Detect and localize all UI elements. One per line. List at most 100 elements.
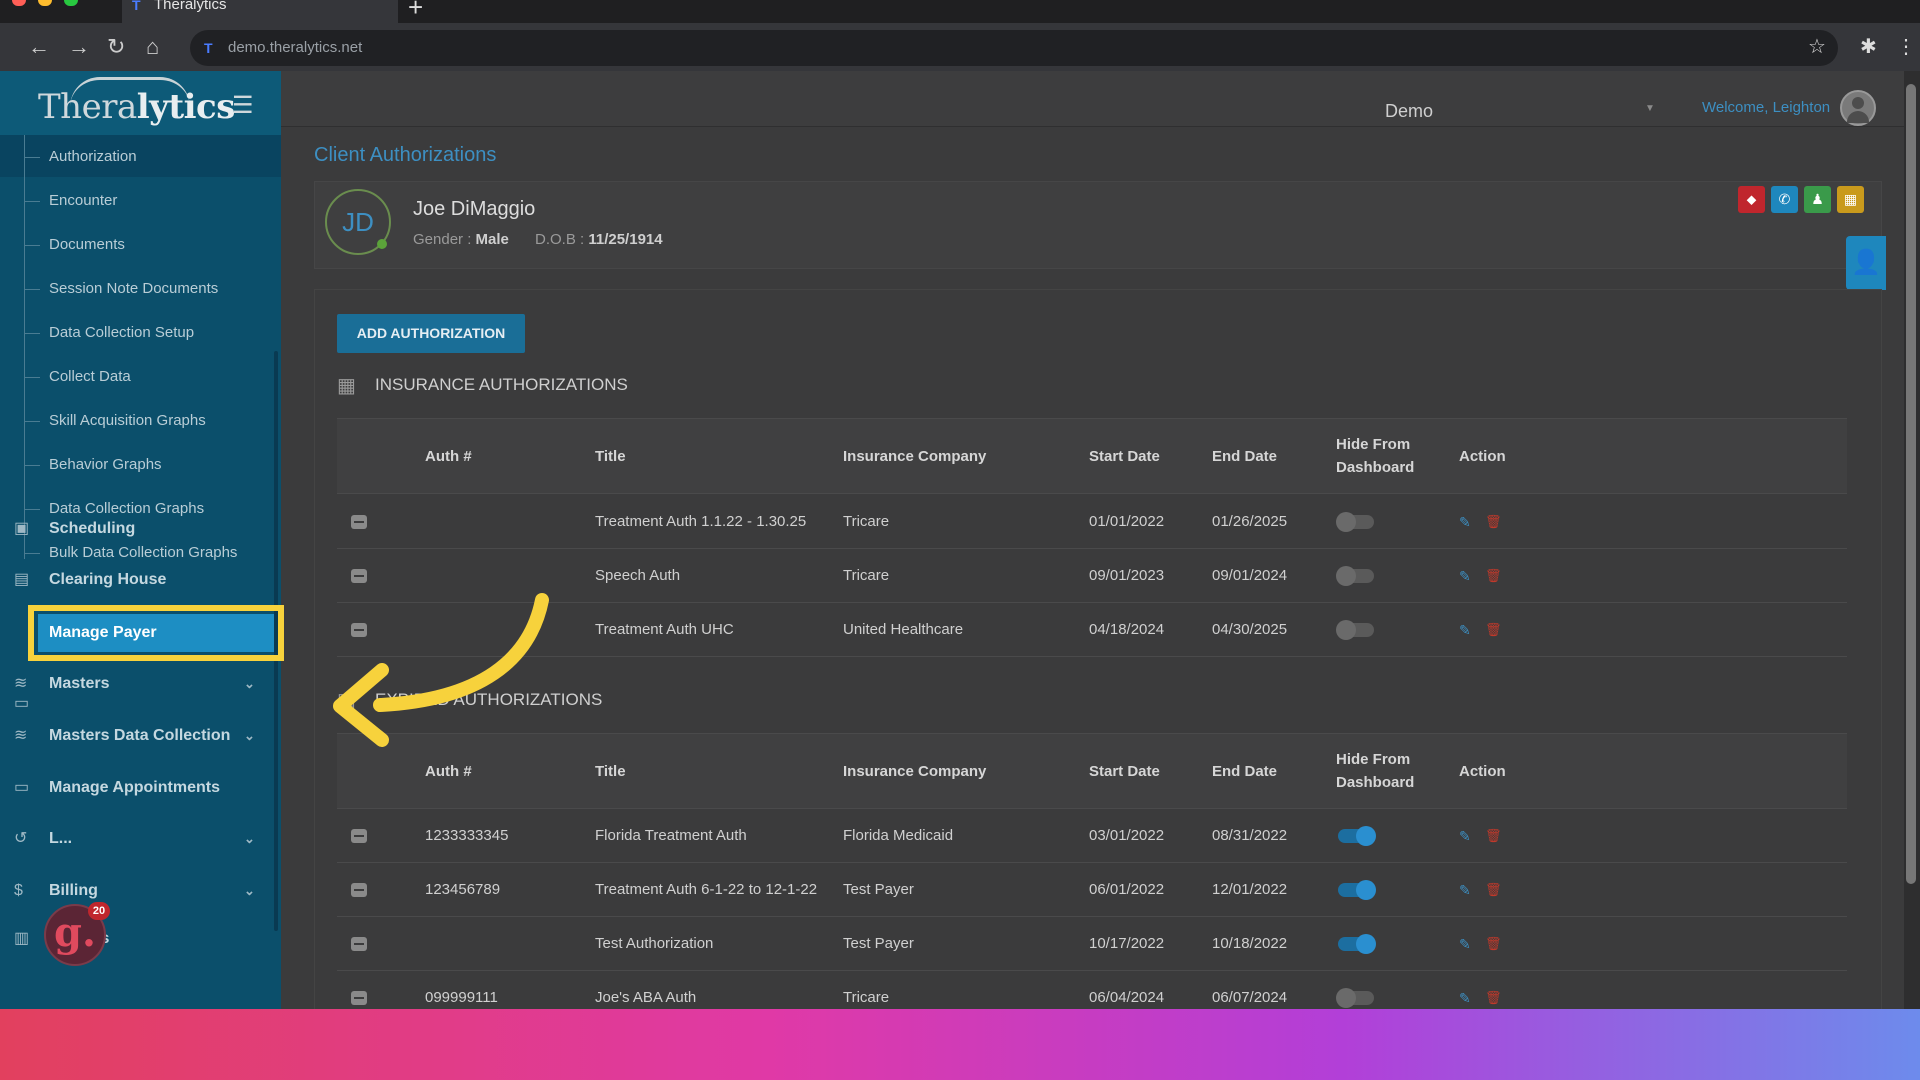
hide-from-dashboard-toggle[interactable] <box>1338 826 1376 846</box>
table-row: 1233333345 Florida Treatment Auth Florida … <box>337 809 1847 863</box>
sidebar-subitem[interactable]: Documents <box>24 223 281 267</box>
sidebar-item[interactable]: ▭ Manage Appointments <box>0 762 281 814</box>
notification-count: 20 <box>88 902 110 920</box>
insurance-company: United Healthcare <box>843 621 964 638</box>
address-bar[interactable]: T demo.theralytics.net <box>190 30 1838 66</box>
chevron-down-icon[interactable]: ⌄ <box>244 813 255 865</box>
edit-icon[interactable]: ✎ <box>1459 549 1471 603</box>
chevron-down-icon[interactable]: ⌄ <box>244 658 255 710</box>
action-column-header[interactable]: Action <box>1459 445 1506 468</box>
auth-title: Treatment Auth 6-1-22 to 12-1-22 <box>595 881 818 898</box>
sidebar-subitem[interactable]: Authorization <box>24 135 281 179</box>
reload-icon[interactable]: ↻ <box>107 34 125 60</box>
sidebar-item[interactable]: ▥Reports <box>0 913 281 965</box>
sidebar-subitem[interactable]: Encounter <box>24 179 281 223</box>
hide-from-dashboard-toggle[interactable] <box>1336 566 1374 586</box>
card-icon: ▭ <box>14 779 30 796</box>
sidebar-subitem[interactable]: Behavior Graphs <box>24 443 281 487</box>
hide-from-dashboard-toggle[interactable] <box>1336 988 1374 1008</box>
back-icon[interactable]: ← <box>28 34 50 60</box>
end-date: 08/31/2022 <box>1212 827 1288 844</box>
end-date: 04/30/2025 <box>1212 621 1288 638</box>
sidebar-item-label: Billing <box>49 882 98 899</box>
sidebar-item-label: Scheduling <box>49 520 136 537</box>
insurance-company-column-header[interactable]: Insurance Company <box>843 760 986 783</box>
organization-select[interactable]: Demo <box>1385 101 1433 122</box>
delete-icon[interactable]: 🗑 <box>1485 917 1502 971</box>
user-avatar[interactable] <box>1840 90 1876 126</box>
sidebar-item[interactable]: ▣ Scheduling <box>0 503 281 555</box>
sidebar-item[interactable]: $ Billing ⌄ <box>0 865 281 917</box>
table-row: 099999111 Joe's ABA Auth Tricare 06/04/2024… <box>337 971 1847 1009</box>
chevron-down-icon[interactable]: ⌄ <box>244 710 255 762</box>
start-date-column-header[interactable]: Start Date <box>1089 760 1160 783</box>
collapse-row-icon[interactable] <box>351 991 367 1005</box>
phone-icon[interactable]: ✆ <box>1771 186 1798 213</box>
sidebar-item[interactable]: ≋ Masters ⌄ <box>0 658 281 710</box>
sidebar-item[interactable]: ≋ Masters Data Collection ⌄ <box>0 710 281 762</box>
hide-from-dashboard-toggle[interactable] <box>1338 934 1376 954</box>
end-date-column-header[interactable]: End Date <box>1212 760 1277 783</box>
action-column-header[interactable]: Action <box>1459 760 1506 783</box>
edit-icon[interactable]: ✎ <box>1459 863 1471 917</box>
end-date-column-header[interactable]: End Date <box>1212 445 1277 468</box>
client-side-panel-icon[interactable]: 👤 <box>1846 236 1886 290</box>
auth-title: Florida Treatment Auth <box>595 827 747 844</box>
collapse-row-icon[interactable] <box>351 515 367 529</box>
collapse-row-icon[interactable] <box>351 883 367 897</box>
table-row: Speech Auth Tricare 09/01/2023 09/01/2024 ✎ 🗑 <box>337 549 1847 603</box>
add-authorization-button[interactable]: ADD AUTHORIZATION <box>337 314 525 353</box>
sidebar-item[interactable]: ↺ L... ⌄ <box>0 813 281 865</box>
hide-from-label: Hide From <box>1336 751 1411 768</box>
calendar-icon[interactable]: ▦ <box>1837 186 1864 213</box>
hide-from-dashboard-toggle[interactable] <box>1336 512 1374 532</box>
sidebar-subitem[interactable]: Session Note Documents <box>24 267 281 311</box>
new-tab-button[interactable]: + <box>408 0 423 23</box>
welcome-user-link[interactable]: Welcome, Leighton <box>1702 99 1830 116</box>
delete-icon[interactable]: 🗑 <box>1485 809 1502 863</box>
title-column-header[interactable]: Title <box>595 760 626 783</box>
end-date: 06/07/2024 <box>1212 989 1288 1006</box>
auth-column-header[interactable]: Auth # <box>425 445 472 468</box>
collapse-row-icon[interactable] <box>351 937 367 951</box>
edit-icon[interactable]: ✎ <box>1459 809 1471 863</box>
sidebar-subitem[interactable]: Collect Data <box>24 355 281 399</box>
menu-toggle-icon[interactable]: ☰ <box>232 91 254 120</box>
forward-icon[interactable]: → <box>68 34 90 60</box>
page-scrollbar-thumb[interactable] <box>1906 84 1916 884</box>
start-date-column-header[interactable]: Start Date <box>1089 445 1160 468</box>
auth-title: Joe's ABA Auth <box>595 989 697 1006</box>
hide-from-dashboard-toggle[interactable] <box>1338 880 1376 900</box>
sidebar-subitem[interactable]: Data Collection Setup <box>24 311 281 355</box>
extensions-icon[interactable]: ✱ <box>1860 34 1877 59</box>
collapse-row-icon[interactable] <box>351 829 367 843</box>
sidebar-subitem[interactable]: Skill Acquisition Graphs <box>24 399 281 443</box>
dashboard-label: Dashboard <box>1336 774 1415 791</box>
id-card-icon: ▤ <box>14 571 30 588</box>
chevron-down-icon[interactable]: ▼ <box>1645 103 1655 114</box>
logo[interactable]: Theralytics <box>38 87 235 127</box>
edit-icon[interactable]: ✎ <box>1459 495 1471 549</box>
delete-icon[interactable]: 🗑 <box>1485 971 1502 1009</box>
chevron-down-icon[interactable]: ⌄ <box>244 865 255 917</box>
delete-icon[interactable]: 🗑 <box>1485 863 1502 917</box>
edit-icon[interactable]: ✎ <box>1459 917 1471 971</box>
edit-icon[interactable]: ✎ <box>1459 971 1471 1009</box>
hide-from-dashboard-toggle[interactable] <box>1336 620 1374 640</box>
auth-column-header[interactable]: Auth # <box>425 760 472 783</box>
sidebar-item[interactable]: ▤ Clearing House <box>0 554 281 606</box>
insurance-company-column-header[interactable]: Insurance Company <box>843 445 986 468</box>
delete-icon[interactable]: 🗑 <box>1485 603 1502 657</box>
browser-tab[interactable]: T Theralytics <box>122 0 398 23</box>
table-row: 123456789 Treatment Auth 6-1-22 to 12-1-2… <box>337 863 1847 917</box>
delete-icon[interactable]: 🗑 <box>1485 495 1502 549</box>
browser-menu-icon[interactable]: ⋮ <box>1896 34 1916 59</box>
delete-icon[interactable]: 🗑 <box>1485 549 1502 603</box>
tag-icon[interactable]: ⬥ <box>1738 186 1765 213</box>
contact-icon[interactable]: ♟ <box>1804 186 1831 213</box>
title-column-header[interactable]: Title <box>595 445 626 468</box>
home-icon[interactable]: ⌂ <box>146 34 159 60</box>
bookmark-star-icon[interactable]: ☆ <box>1808 34 1826 59</box>
edit-icon[interactable]: ✎ <box>1459 603 1471 657</box>
auth-title: Speech Auth <box>595 567 681 584</box>
